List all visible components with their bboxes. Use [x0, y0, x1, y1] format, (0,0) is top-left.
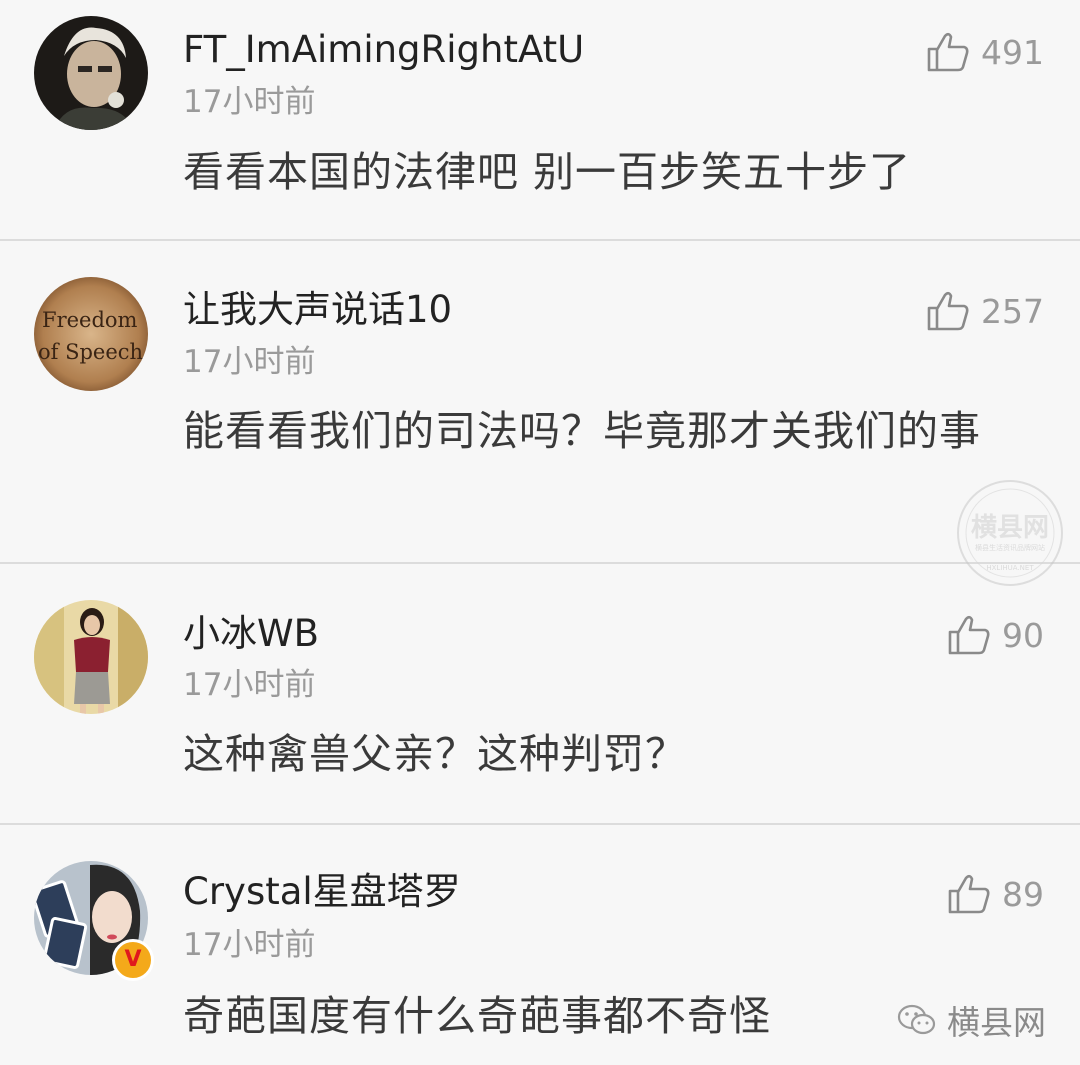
avatar-text-line2: of Speech — [38, 340, 143, 364]
footer-brand: 横县网 — [897, 996, 1046, 1044]
comment-item: FT_ImAimingRightAtU 17小时前 491 看看本国的法律吧 别… — [0, 0, 1080, 240]
wechat-icon — [897, 1004, 936, 1035]
comment-item: 小冰WB 17小时前 90 这种禽兽父亲？这种判罚？ — [0, 564, 1080, 823]
avatar[interactable]: Freedom of Speech — [34, 277, 148, 391]
comment-item: Freedom of Speech 让我大声说话10 17小时前 257 能看看… — [0, 241, 1080, 563]
thumbs-up-icon — [948, 615, 990, 655]
timestamp: 17小时前 — [183, 927, 316, 963]
avatar-text-line1: Freedom — [42, 308, 138, 332]
comment-text: 能看看我们的司法吗？毕竟那才关我们的事 — [183, 407, 981, 455]
like-button[interactable]: 491 — [927, 30, 1044, 74]
timestamp: 17小时前 — [183, 344, 316, 380]
verified-badge-icon: V — [112, 939, 154, 981]
like-count: 257 — [981, 291, 1044, 331]
username[interactable]: FT_ImAimingRightAtU — [183, 28, 584, 72]
like-count: 491 — [981, 32, 1044, 72]
svg-text:横县生活资讯品牌网站: 横县生活资讯品牌网站 — [975, 543, 1045, 552]
thumbs-up-icon — [948, 874, 990, 914]
comment-text: 看看本国的法律吧 别一百步笑五十步了 — [183, 148, 912, 196]
svg-text:横县网: 横县网 — [971, 513, 1049, 543]
username[interactable]: 让我大声说话10 — [183, 288, 452, 332]
like-button[interactable]: 90 — [948, 613, 1044, 657]
footer-brand-label: 横县网 — [947, 1003, 1046, 1042]
username[interactable]: 小冰WB — [183, 612, 319, 656]
timestamp: 17小时前 — [183, 667, 316, 703]
thumbs-up-icon — [927, 291, 969, 331]
svg-text:HXLIHUA.NET: HXLIHUA.NET — [986, 564, 1034, 572]
avatar[interactable] — [34, 600, 148, 714]
like-count: 89 — [1002, 874, 1044, 914]
avatar[interactable] — [34, 16, 148, 130]
like-count: 90 — [1002, 615, 1044, 655]
username[interactable]: Crystal星盘塔罗 — [183, 870, 461, 914]
watermark-seal: 横县网 横县生活资讯品牌网站 HXLIHUA.NET — [957, 480, 1063, 586]
comment-text: 这种禽兽父亲？这种判罚？ — [183, 730, 687, 778]
verified-badge-label: V — [124, 947, 142, 972]
like-button[interactable]: 257 — [927, 289, 1044, 333]
like-button[interactable]: 89 — [948, 872, 1044, 916]
timestamp: 17小时前 — [183, 84, 316, 120]
thumbs-up-icon — [927, 32, 969, 72]
